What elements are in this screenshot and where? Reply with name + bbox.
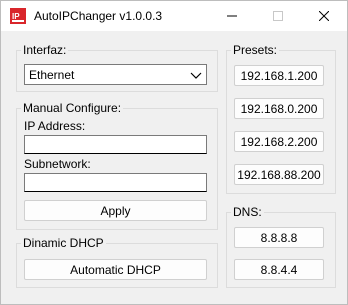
dns-group-label: DNS: <box>231 205 264 219</box>
minimize-icon <box>227 15 237 17</box>
svg-text:IP: IP <box>12 12 20 21</box>
interface-group-label: Interfaz: <box>21 43 69 57</box>
manual-config-group-label: Manual Configure: <box>21 101 124 115</box>
preset-button-3[interactable]: 192.168.2.200 <box>234 131 324 152</box>
interface-select-value: Ethernet <box>29 68 75 82</box>
ip-address-label: IP Address: <box>24 119 86 133</box>
app-window: IP AutoIPChanger v1.0.0.3 Interfaz: Ethe… <box>0 0 348 305</box>
preset-button-2[interactable]: 192.168.0.200 <box>234 98 324 119</box>
chevron-down-icon <box>190 72 202 79</box>
close-icon <box>319 11 329 21</box>
close-button[interactable] <box>301 1 347 31</box>
preset-button-4[interactable]: 192.168.88.200 <box>234 164 324 185</box>
dns-button-2[interactable]: 8.8.4.4 <box>234 259 324 280</box>
manual-config-group: Manual Configure: IP Address: Subnetwork… <box>16 101 218 230</box>
maximize-button[interactable] <box>255 1 301 31</box>
dns-group: DNS: 8.8.8.8 8.8.4.4 <box>226 205 336 288</box>
window-title: AutoIPChanger v1.0.0.3 <box>34 9 163 23</box>
apply-button[interactable]: Apply <box>24 200 207 221</box>
ip-app-icon: IP <box>10 8 26 24</box>
minimize-button[interactable] <box>209 1 255 31</box>
subnetwork-input[interactable] <box>24 173 207 192</box>
presets-group: Presets: 192.168.1.200 192.168.0.200 192… <box>226 43 336 194</box>
maximize-icon <box>273 11 283 21</box>
interface-group: Interfaz: Ethernet <box>16 43 218 92</box>
ip-address-input[interactable] <box>24 135 207 154</box>
dns-button-1[interactable]: 8.8.8.8 <box>234 227 324 248</box>
preset-button-1[interactable]: 192.168.1.200 <box>234 65 324 86</box>
dhcp-group: Dinamic DHCP Automatic DHCP <box>16 236 218 288</box>
title-bar[interactable]: IP AutoIPChanger v1.0.0.3 <box>1 1 347 31</box>
dhcp-group-label: Dinamic DHCP <box>21 236 106 250</box>
interface-select[interactable]: Ethernet <box>24 64 207 85</box>
automatic-dhcp-button[interactable]: Automatic DHCP <box>24 259 207 280</box>
presets-group-label: Presets: <box>231 43 280 57</box>
subnetwork-label: Subnetwork: <box>24 157 91 171</box>
